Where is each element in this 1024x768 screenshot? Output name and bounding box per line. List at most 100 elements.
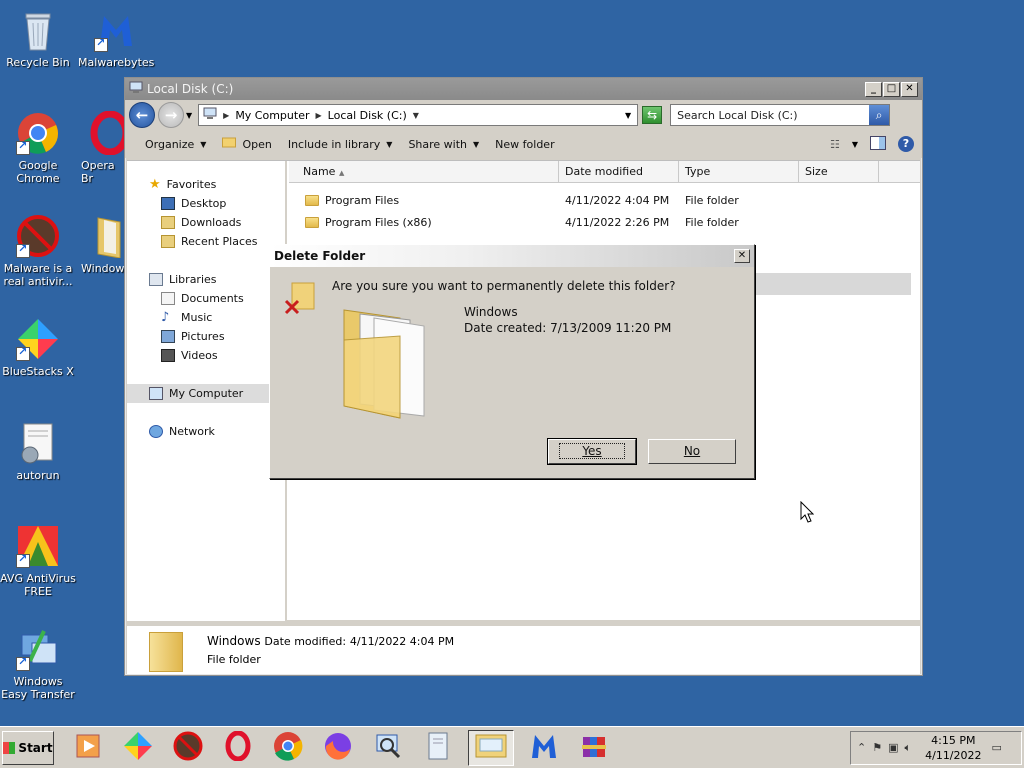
dialog-close-button[interactable]: ✕	[734, 249, 750, 263]
nav-recent-places[interactable]: Recent Places	[127, 232, 285, 251]
malwarebytes-icon	[94, 8, 138, 52]
clock[interactable]: 4:15 PM 4/11/2022	[925, 733, 981, 763]
network-icon	[149, 425, 163, 438]
nav-music[interactable]: ♪ Music	[127, 308, 285, 327]
taskbar-notepad[interactable]	[418, 730, 458, 766]
file-row[interactable]: Program Files 4/11/2022 4:04 PM File fol…	[289, 189, 920, 211]
view-dropdown-icon[interactable]: ▼	[852, 140, 858, 149]
nav-videos[interactable]: Videos	[127, 346, 285, 365]
desktop-icon-easy-transfer[interactable]: Windows Easy Transfer	[0, 627, 76, 701]
show-hidden-icons-icon[interactable]: ⌃	[857, 741, 866, 754]
taskbar-chrome[interactable]	[268, 730, 308, 766]
breadcrumb-arrow-icon[interactable]: ▶	[223, 111, 229, 120]
desktop-icon-malware[interactable]: Malware is a real antivir...	[0, 214, 76, 288]
nav-my-computer[interactable]: My Computer	[127, 384, 285, 403]
search-icon[interactable]: ⌕	[869, 105, 890, 125]
flag-icon[interactable]: ⚑	[872, 741, 882, 754]
address-bar[interactable]: ▶ My Computer ▶ Local Disk (C:) ▼ ▼	[198, 104, 639, 126]
taskbar-malwarebytes[interactable]	[524, 730, 564, 766]
maximize-button[interactable]: □	[883, 81, 900, 97]
sort-ascending-icon: ▲	[338, 169, 345, 177]
desktop-icon-malwarebytes[interactable]: Malwarebytes	[78, 8, 154, 69]
desktop-icon-avg[interactable]: AVG AntiVirus FREE	[0, 524, 76, 598]
nav-label: Network	[169, 425, 215, 438]
recent-pages-dropdown-icon[interactable]: ▼	[186, 111, 192, 120]
new-folder-button[interactable]: New folder	[489, 135, 560, 154]
nav-libraries[interactable]: Libraries	[127, 270, 285, 289]
desktop-icon-autorun[interactable]: autorun	[0, 421, 76, 482]
share-with-button[interactable]: Share with ▼	[402, 135, 485, 154]
taskbar-explorer[interactable]	[468, 729, 514, 766]
nav-pictures[interactable]: Pictures	[127, 327, 285, 346]
breadcrumb-my-computer[interactable]: My Computer	[235, 109, 309, 122]
computer-icon	[149, 387, 163, 400]
file-name: Program Files	[325, 193, 400, 207]
help-icon[interactable]: ?	[898, 136, 914, 152]
yes-button[interactable]: Yes	[547, 438, 637, 465]
column-label: Size	[805, 165, 828, 178]
column-header-date[interactable]: Date modified	[559, 161, 679, 182]
address-dropdown-icon[interactable]: ▼	[625, 111, 631, 120]
nav-network[interactable]: Network	[127, 422, 285, 441]
recent-places-icon	[161, 235, 175, 248]
open-button[interactable]: Open	[216, 134, 277, 154]
network-icon[interactable]: ▣	[888, 741, 898, 754]
mouse-cursor-icon	[800, 500, 815, 526]
breadcrumb-arrow-icon[interactable]: ▼	[413, 111, 419, 120]
taskbar-firefox[interactable]	[318, 730, 358, 766]
dialog-titlebar[interactable]: Delete Folder ✕	[270, 245, 754, 267]
start-button[interactable]: Start	[2, 730, 54, 765]
desktop-icon-windows-folder[interactable]: Windows	[78, 214, 126, 275]
nav-favorites[interactable]: ★ Favorites	[127, 175, 285, 194]
desktop-icon-chrome[interactable]: Google Chrome	[0, 111, 76, 185]
nav-label: Favorites	[166, 178, 217, 191]
open-label: Open	[242, 137, 272, 151]
nav-label: Pictures	[181, 330, 225, 343]
nav-downloads[interactable]: Downloads	[127, 213, 285, 232]
view-options-icon[interactable]: ☷	[830, 138, 840, 151]
column-header-type[interactable]: Type	[679, 161, 799, 182]
explorer-titlebar[interactable]: Local Disk (C:) _ □ ✕	[125, 78, 922, 100]
shortcut-arrow-icon	[94, 36, 108, 52]
taskbar-media-player[interactable]	[68, 730, 108, 766]
pictures-icon	[161, 330, 175, 343]
volume-icon[interactable]: 🔈︎	[905, 741, 912, 755]
breadcrumb-local-disk[interactable]: Local Disk (C:)	[328, 109, 407, 122]
forward-button[interactable]: →	[158, 102, 184, 128]
back-button[interactable]: ←	[129, 102, 155, 128]
search-input[interactable]: Search Local Disk (C:) ⌕	[670, 104, 891, 126]
chrome-icon	[16, 111, 60, 155]
document-icon	[425, 731, 451, 764]
no-button[interactable]: No	[648, 439, 736, 464]
minimize-button[interactable]: _	[865, 81, 882, 97]
refresh-button[interactable]: ⇆	[642, 106, 663, 124]
preview-pane-icon[interactable]	[870, 135, 886, 153]
desktop-icon-label: Windows Easy Transfer	[1, 675, 75, 701]
column-header-name[interactable]: Name ▲	[289, 161, 559, 182]
taskbar-search-app[interactable]	[368, 730, 408, 766]
desktop-icon-opera[interactable]: Opera Br	[78, 111, 126, 185]
desktop-icon-bluestacks[interactable]: BlueStacks X	[0, 317, 76, 378]
nav-desktop[interactable]: Desktop	[127, 194, 285, 213]
search-placeholder: Search Local Disk (C:)	[677, 108, 798, 122]
taskbar-malware[interactable]	[168, 730, 208, 766]
breadcrumb-arrow-icon[interactable]: ▶	[316, 111, 322, 120]
archive-icon	[579, 731, 609, 764]
folder-icon	[149, 632, 183, 672]
taskbar-opera[interactable]	[218, 730, 258, 766]
delete-folder-dialog[interactable]: Delete Folder ✕ Are you sure you want to…	[269, 244, 755, 479]
include-in-library-button[interactable]: Include in library ▼	[282, 135, 399, 154]
taskbar-bluestacks[interactable]	[118, 730, 158, 766]
nav-documents[interactable]: Documents	[127, 289, 285, 308]
taskbar: Start ⌃ ⚑ ▣ 🔈︎ 4:15 PM 4/11/2022 ▭	[0, 726, 1024, 768]
organize-button[interactable]: Organize ▼	[139, 135, 212, 154]
column-header-size[interactable]: Size	[799, 161, 879, 182]
share-with-label: Share with	[408, 137, 468, 151]
new-folder-label: New folder	[495, 137, 555, 151]
file-row[interactable]: Program Files (x86) 4/11/2022 2:26 PM Fi…	[289, 211, 920, 233]
close-button[interactable]: ✕	[901, 81, 918, 97]
show-desktop-icon[interactable]: ▭	[992, 741, 1002, 754]
taskbar-winrar[interactable]	[574, 730, 614, 766]
libraries-icon	[149, 273, 163, 286]
desktop-icon-recycle-bin[interactable]: Recycle Bin	[0, 8, 76, 69]
